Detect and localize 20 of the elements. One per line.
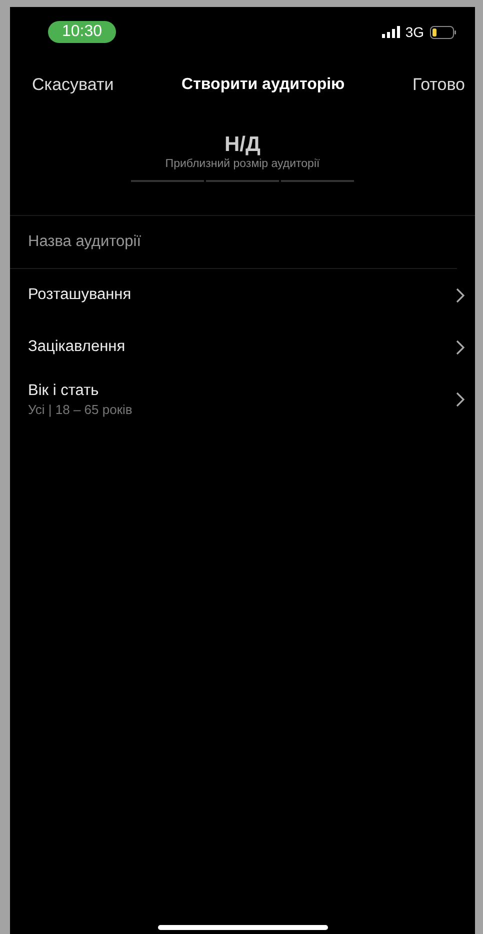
row-label: Вік і стать <box>28 382 100 400</box>
chevron-icon <box>456 288 465 302</box>
audience-size-value: Н/Д <box>224 133 260 157</box>
chevron-icon <box>456 392 465 406</box>
settings-row[interactable]: Зацікавлення <box>10 321 475 373</box>
settings-row[interactable]: Вік і стать Усі | 18 – 65 років <box>10 373 475 425</box>
cancel-button[interactable]: Скасувати <box>32 75 114 95</box>
network-type: 3G <box>405 24 424 40</box>
audience-size-caption: Приблизний розмір аудиторії <box>165 158 320 170</box>
page-title: Створити аудиторію <box>182 76 345 94</box>
signal-icon <box>382 26 402 38</box>
battery-icon <box>430 26 457 38</box>
audience-name-field[interactable]: Назва аудиторії <box>28 216 439 268</box>
settings-row[interactable]: Розташування <box>10 269 475 321</box>
row-label: Розташування <box>28 286 132 304</box>
status-time: 10:30 <box>48 21 116 43</box>
done-button[interactable]: Готово <box>412 75 465 95</box>
row-label: Зацікавлення <box>28 338 126 356</box>
chevron-icon <box>456 340 465 354</box>
row-detail: Усі | 18 – 65 років <box>28 402 132 416</box>
